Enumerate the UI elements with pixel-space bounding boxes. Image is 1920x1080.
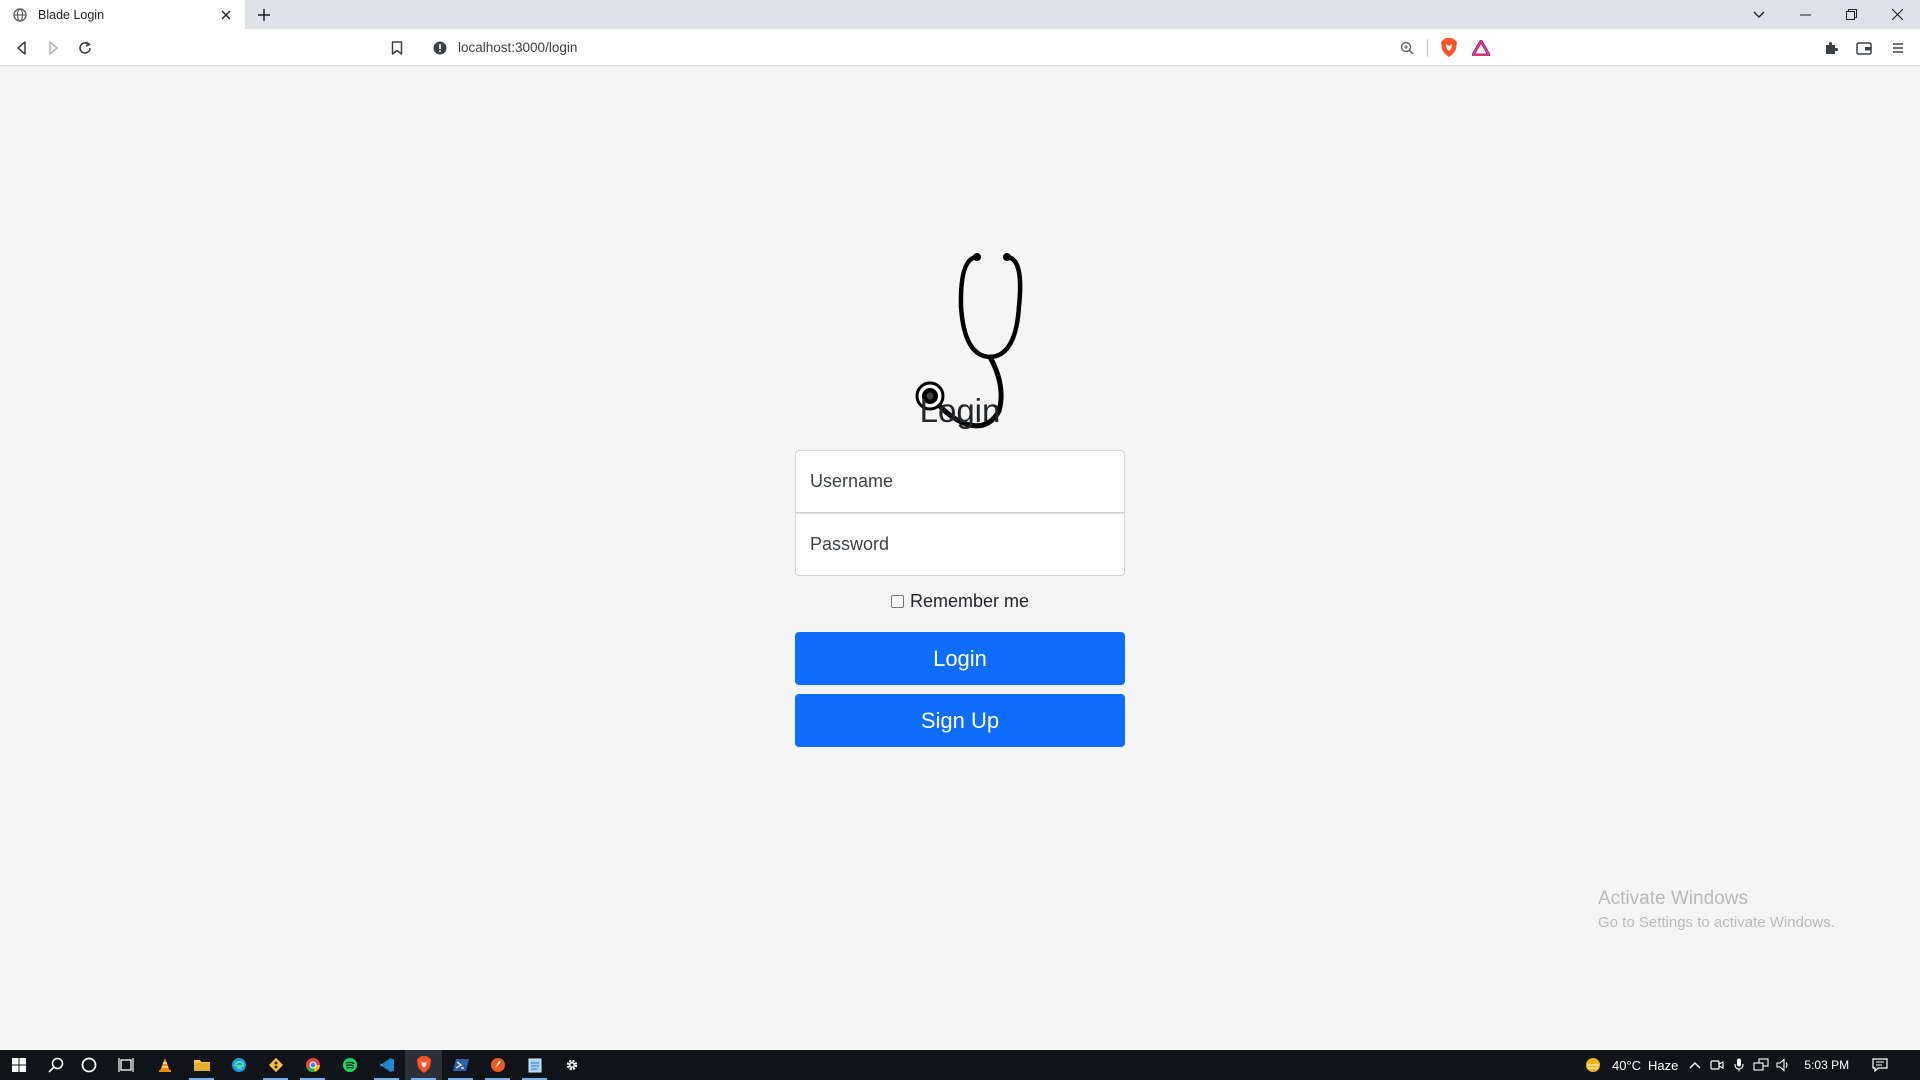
username-field[interactable] [795,450,1125,513]
remember-me-checkbox[interactable] [890,595,904,608]
new-tab-button[interactable] [252,3,276,27]
url-text[interactable]: localhost:3000/login [458,40,1395,55]
git-icon[interactable] [257,1050,294,1080]
system-tray: 40°C Haze 5:03 PM [1582,1050,1891,1080]
vscode-icon[interactable] [368,1050,405,1080]
clock-time[interactable]: 5:03 PM [1804,1058,1849,1072]
tab-title: Blade Login [38,7,105,22]
browser-tabstrip: Blade Login [0,0,1920,29]
chrome-icon[interactable] [294,1050,331,1080]
activate-windows-watermark: Activate Windows Go to Settings to activ… [1598,888,1835,931]
spotify-icon[interactable] [331,1050,368,1080]
chevron-up-icon[interactable] [1684,1050,1706,1080]
browser-toolbar: localhost:3000/login [0,29,1920,66]
close-tab-icon[interactable] [215,4,237,26]
restore-icon[interactable] [1828,0,1874,29]
sign-up-button[interactable]: Sign Up [795,694,1125,747]
watermark-title: Activate Windows [1598,888,1748,909]
page-viewport: Login Remember me Login Sign Up Activate… [0,66,1920,1050]
password-field[interactable] [795,513,1125,576]
wallet-icon[interactable] [1851,35,1877,61]
notepad-icon[interactable] [516,1050,553,1080]
minimize-icon[interactable] [1782,0,1828,29]
file-explorer-icon[interactable] [183,1050,220,1080]
watermark-subtitle: Go to Settings to activate Windows. [1598,914,1835,931]
login-button[interactable]: Login [795,632,1125,685]
page-title: Login [919,392,1001,429]
tab-search-chevron-icon[interactable] [1736,0,1782,29]
tab-blade-login[interactable]: Blade Login [0,0,245,29]
brave-browser-icon[interactable] [405,1050,442,1080]
edge-icon[interactable] [220,1050,257,1080]
volume-icon[interactable] [1772,1050,1794,1080]
windows-taskbar: 40°C Haze 5:03 PM [0,1050,1920,1080]
weather-temperature[interactable]: 40°C [1612,1058,1641,1073]
weather-description[interactable]: Haze [1648,1058,1678,1073]
postman-icon[interactable] [479,1050,516,1080]
settings-gear-icon[interactable] [553,1050,590,1080]
menu-icon[interactable] [1885,35,1911,61]
close-window-icon[interactable] [1874,0,1920,29]
weather-haze-icon[interactable] [1582,1050,1604,1080]
bookmark-icon[interactable] [384,35,410,61]
globe-icon [12,7,28,23]
remember-me-label[interactable]: Remember me [910,591,1029,612]
task-view-icon[interactable] [107,1050,144,1080]
site-info-icon[interactable] [432,40,448,56]
brave-shields-icon[interactable] [1436,36,1462,60]
microphone-icon[interactable] [1728,1050,1750,1080]
notifications-icon[interactable] [1869,1050,1891,1080]
forward-icon[interactable] [40,35,66,61]
reload-icon[interactable] [72,35,98,61]
omnibox-separator [1427,38,1428,57]
search-icon[interactable] [37,1050,74,1080]
remember-me-row: Remember me [0,591,1920,612]
vlc-icon[interactable] [146,1050,183,1080]
windows-start-icon[interactable] [0,1050,37,1080]
network-icon[interactable] [1750,1050,1772,1080]
extensions-icon[interactable] [1818,35,1844,61]
meet-now-icon[interactable] [1706,1050,1728,1080]
back-icon[interactable] [9,35,35,61]
address-bar[interactable]: localhost:3000/login [420,33,1500,62]
brave-rewards-icon[interactable] [1468,36,1494,60]
cortana-icon[interactable] [70,1050,107,1080]
zoom-icon[interactable] [1395,36,1419,60]
powershell-icon[interactable] [442,1050,479,1080]
